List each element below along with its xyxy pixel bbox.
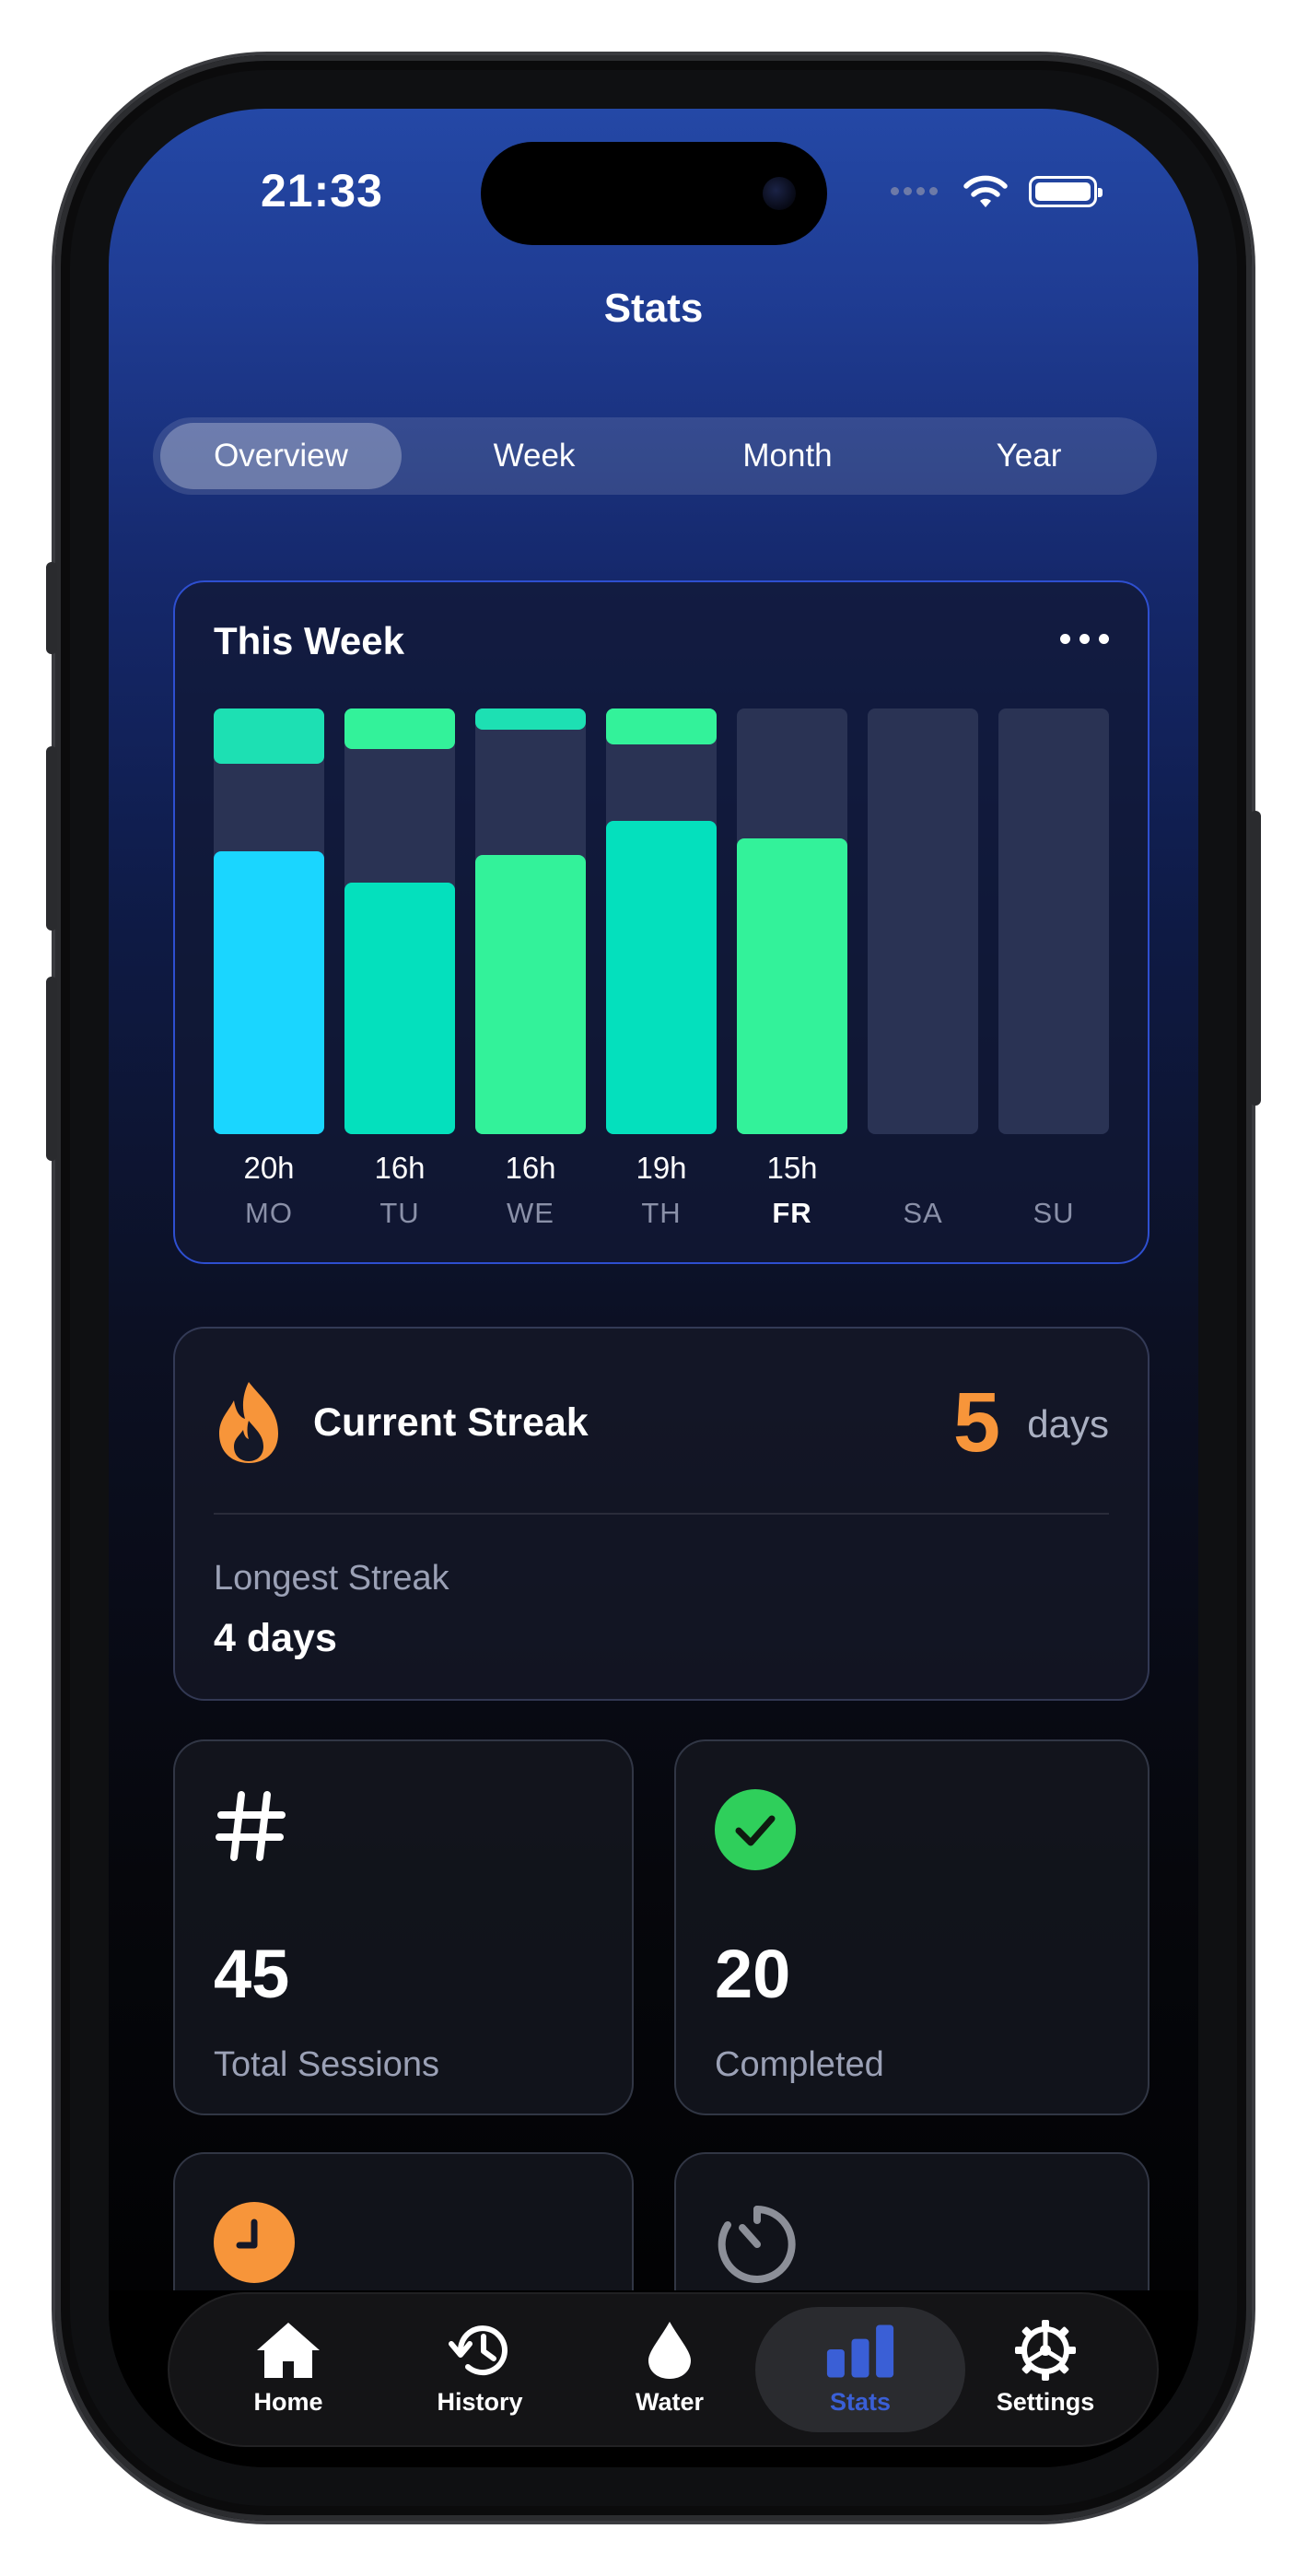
bar-hours-label: 16h xyxy=(505,1151,556,1185)
check-circle-icon xyxy=(715,1789,796,1870)
home-icon xyxy=(257,2323,320,2378)
hash-icon xyxy=(216,1791,286,1861)
bar-day-label: TU xyxy=(379,1197,420,1229)
tab-year[interactable]: Year xyxy=(908,423,1149,489)
period-segmented-control: Overview Week Month Year xyxy=(153,417,1157,495)
bar-day-label: MO xyxy=(245,1197,293,1229)
bar-top-segment-th xyxy=(606,708,717,744)
page-title: Stats xyxy=(603,286,704,331)
flame-icon xyxy=(219,1382,278,1463)
ellipsis-icon[interactable] xyxy=(1060,634,1109,644)
bar-day-label: FR xyxy=(772,1197,812,1229)
stat-label: Total Sessions xyxy=(214,2045,440,2084)
status-time: 21:33 xyxy=(261,165,383,217)
timer-icon xyxy=(718,2206,796,2283)
history-icon xyxy=(449,2325,508,2376)
tab-week[interactable]: Week xyxy=(414,423,655,489)
bar-track-th xyxy=(606,708,717,1134)
tab-water[interactable]: Water xyxy=(573,2307,766,2432)
bar-segment-fr xyxy=(737,838,847,1134)
longest-streak-label: Longest Streak xyxy=(214,1559,449,1598)
streak-card: Current Streak 5 days Longest Streak 4 d… xyxy=(173,1327,1149,1701)
bar-day-label: WE xyxy=(507,1197,554,1229)
water-drop-icon xyxy=(648,2322,691,2379)
bar-hours-label: 15h xyxy=(766,1151,818,1185)
bar-track-we xyxy=(475,708,586,1134)
weekly-bar-chart: 20h MO 16h TU 16h WE 19h TH 15h FR SA SU xyxy=(214,708,1113,1229)
app-screen: 21:33 Stats Overview Week Month Year Thi… xyxy=(109,109,1198,2467)
bar-segment-mo xyxy=(214,851,324,1134)
tab-label: Water xyxy=(635,2388,704,2416)
tab-label: Settings xyxy=(996,2388,1095,2416)
tab-bar: Home History Water Stats Settings xyxy=(168,2292,1159,2447)
tab-history[interactable]: History xyxy=(383,2307,577,2432)
tab-home[interactable]: Home xyxy=(192,2307,385,2432)
completed-card[interactable]: 20 Completed xyxy=(674,1739,1149,2115)
bar-track-tu xyxy=(344,708,455,1134)
streak-unit: days xyxy=(1027,1402,1109,1446)
bar-day-label: SU xyxy=(1033,1197,1075,1229)
tab-stats[interactable]: Stats xyxy=(755,2307,965,2432)
bar-track-fr xyxy=(737,708,847,1134)
bar-day-label: TH xyxy=(641,1197,682,1229)
clock-icon xyxy=(214,2202,295,2283)
card-title: This Week xyxy=(214,619,404,662)
bar-segment-we xyxy=(475,855,586,1134)
stat-value: 20 xyxy=(715,1936,791,2012)
bar-segment-tu xyxy=(344,883,455,1134)
bar-top-segment-we xyxy=(475,708,586,730)
divider xyxy=(214,1513,1109,1515)
dynamic-island xyxy=(481,142,827,245)
this-week-card: This Week 20h MO 16h TU 16h WE 19h TH 15h FR SA SU xyxy=(173,580,1149,1264)
tab-overview[interactable]: Overview xyxy=(160,423,402,489)
wifi-icon xyxy=(963,175,1008,207)
streak-label: Current Streak xyxy=(313,1400,589,1445)
bar-segment-th xyxy=(606,821,717,1134)
longest-streak-value: 4 days xyxy=(214,1616,337,1660)
bar-track-su xyxy=(998,708,1109,1134)
tab-month[interactable]: Month xyxy=(667,423,908,489)
bar-top-segment-mo xyxy=(214,708,324,764)
bar-track-sa xyxy=(868,708,978,1134)
tab-label: Stats xyxy=(829,2388,892,2416)
status-icons xyxy=(891,173,1103,210)
tab-label: History xyxy=(437,2388,523,2416)
gear-icon xyxy=(1015,2320,1076,2381)
streak-value: 5 xyxy=(952,1376,1000,1469)
bar-top-segment-tu xyxy=(344,708,455,749)
tab-label: Home xyxy=(253,2388,323,2416)
stat-value: 45 xyxy=(214,1936,290,2012)
bar-day-label: SA xyxy=(903,1197,943,1229)
signal-icon xyxy=(891,183,942,200)
stat-label: Completed xyxy=(715,2045,884,2084)
total-sessions-card[interactable]: 45 Total Sessions xyxy=(173,1739,634,2115)
bar-chart-icon xyxy=(826,2324,894,2378)
bar-hours-label: 16h xyxy=(374,1151,426,1185)
bar-hours-label: 19h xyxy=(636,1151,687,1185)
tab-settings[interactable]: Settings xyxy=(949,2307,1142,2432)
bar-hours-label: 20h xyxy=(243,1151,295,1185)
battery-icon xyxy=(1029,176,1103,207)
bar-track-mo xyxy=(214,708,324,1134)
